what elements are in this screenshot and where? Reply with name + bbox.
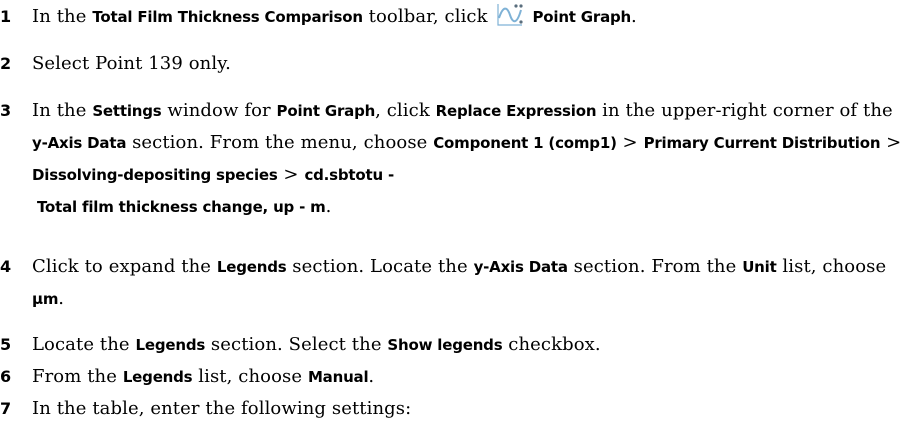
ui-reference: Total Film Thickness Comparison xyxy=(92,8,363,26)
step-text-run: . xyxy=(631,6,637,27)
step-text-run: section. Select the xyxy=(205,334,388,355)
step-number: 2 xyxy=(0,54,12,73)
step-number: 4 xyxy=(0,257,12,276)
step-text-run: window for xyxy=(161,100,277,121)
step-text-run: . xyxy=(58,288,65,309)
ui-reference: Primary Current Distribution xyxy=(643,134,881,152)
step-text-run: in the upper-right corner of the xyxy=(596,100,893,121)
step-number: 1 xyxy=(0,7,12,26)
step-text: Select Point 139 only. xyxy=(32,48,905,79)
instruction-page: 1 In the Total Film Thickness Comparison… xyxy=(0,0,910,429)
ui-reference: Replace Expression xyxy=(435,102,597,120)
step-text: Locate the Legends section. Select the S… xyxy=(32,329,905,361)
step-1: 1 In the Total Film Thickness Comparison… xyxy=(0,1,905,33)
step-5: 5 Locate the Legends section. Select the… xyxy=(0,329,905,361)
step-text-run: section. From the xyxy=(567,256,743,277)
step-text-run: section. From the menu, choose xyxy=(126,132,434,153)
step-4: 4 Click to expand the Legends section. L… xyxy=(0,251,905,315)
step-text-run: list, choose xyxy=(192,366,308,387)
step-number: 5 xyxy=(0,335,12,354)
step-3: 3 In the Settings window for Point Graph… xyxy=(0,95,905,223)
step-text-run: section. Locate the xyxy=(286,256,474,277)
step-text-run: . xyxy=(325,196,332,217)
ui-reference: Point Graph xyxy=(527,8,632,26)
step-text-run: Select Point 139 only. xyxy=(32,53,231,74)
step-number: 6 xyxy=(0,367,12,386)
step-text-run: Locate the xyxy=(32,334,136,355)
step-6: 6 From the Legends list, choose Manual. xyxy=(0,361,905,393)
ui-reference: Dissolving-depositing species xyxy=(32,166,278,184)
step-text: In the Total Film Thickness Comparison t… xyxy=(32,1,905,33)
step-text-run: checkbox. xyxy=(502,334,601,355)
ui-reference: Manual xyxy=(307,368,369,386)
ui-reference: Point Graph xyxy=(276,102,376,120)
ui-reference: cd.sbtotu - xyxy=(304,166,395,184)
ui-reference: Legends xyxy=(122,368,193,386)
step-text-run: list, choose xyxy=(776,256,887,277)
step-number: 3 xyxy=(0,101,12,120)
step-text: Click to expand the Legends section. Loc… xyxy=(32,251,905,315)
step-text-run: Click to expand the xyxy=(32,256,217,277)
step-text-run: In the xyxy=(32,100,93,121)
step-text-run: toolbar, click xyxy=(362,6,494,27)
ui-reference: Legends xyxy=(135,336,206,354)
step-text: From the Legends list, choose Manual. xyxy=(32,361,905,393)
ui-reference: y-Axis Data xyxy=(473,258,568,276)
ui-reference: µm xyxy=(32,290,59,308)
step-text-run: > xyxy=(277,164,305,185)
ui-reference: Component 1 (comp1) xyxy=(433,134,617,152)
ui-reference: Total film thickness change, up - m xyxy=(32,198,326,216)
step-2: 2 Select Point 139 only. xyxy=(0,48,905,79)
step-text: In the Settings window for Point Graph, … xyxy=(32,95,905,223)
step-text-run: , click xyxy=(375,100,436,121)
point-graph-icon xyxy=(495,2,525,28)
ui-reference: y-Axis Data xyxy=(32,134,127,152)
ui-reference: Show legends xyxy=(387,336,503,354)
step-text-run: In the table, enter the following settin… xyxy=(32,398,412,419)
ui-reference: Unit xyxy=(742,258,777,276)
step-7: 7 In the table, enter the following sett… xyxy=(0,393,905,424)
step-text-run: > xyxy=(880,132,902,153)
step-text-run: > xyxy=(616,132,644,153)
step-number: 7 xyxy=(0,399,12,418)
step-text-run: From the xyxy=(32,366,123,387)
step-text-run: In the xyxy=(32,6,93,27)
step-text: In the table, enter the following settin… xyxy=(32,393,905,424)
ui-reference: Legends xyxy=(216,258,287,276)
step-text-run: . xyxy=(368,366,375,387)
ui-reference: Settings xyxy=(92,102,162,120)
